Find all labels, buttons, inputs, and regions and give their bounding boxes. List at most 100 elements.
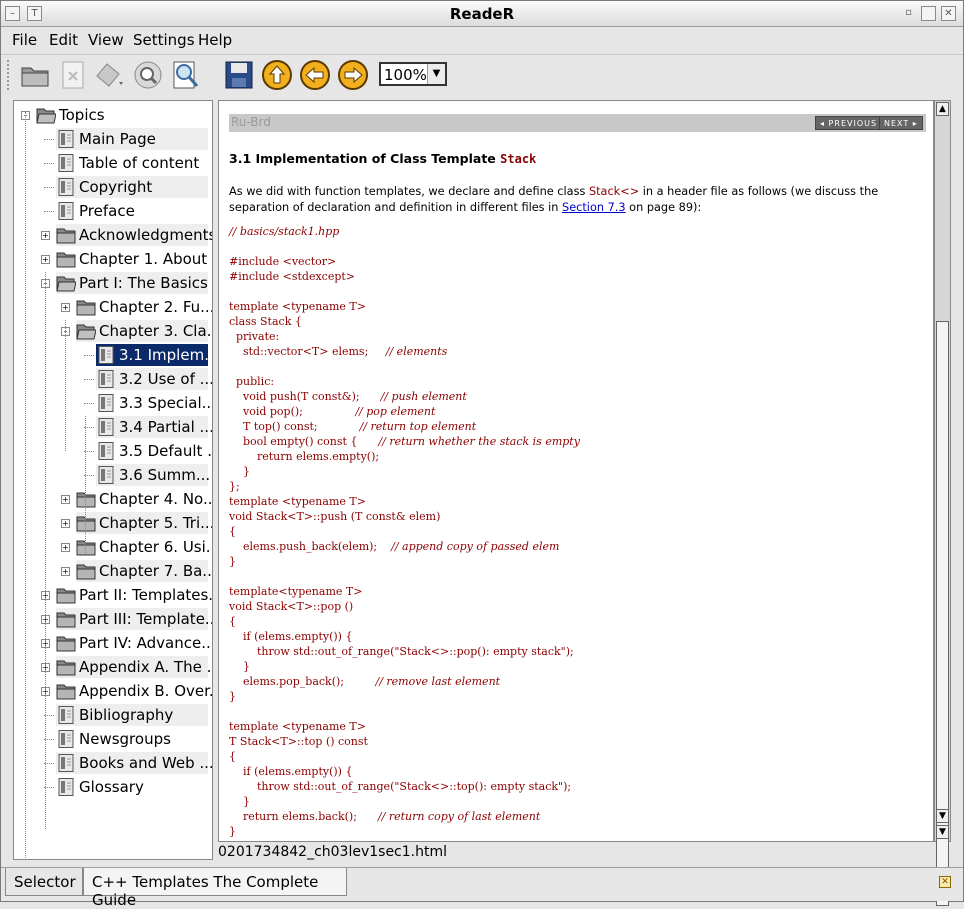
folder-icon bbox=[76, 322, 99, 340]
maximize-button[interactable] bbox=[921, 6, 936, 21]
title-bar: – T ReadeR ▫ ✕ bbox=[1, 1, 963, 27]
code-line: if (elems.empty()) { bbox=[229, 629, 580, 644]
expand-icon[interactable]: + bbox=[41, 255, 50, 264]
tree-item[interactable]: 3.3 Special... bbox=[96, 392, 212, 414]
code-line: { bbox=[229, 524, 580, 539]
zoom-select[interactable]: 100% ▼ bbox=[379, 62, 447, 86]
up-arrow-icon[interactable] bbox=[261, 59, 293, 91]
tree-item[interactable]: Books and Web ... bbox=[56, 752, 212, 774]
folder-icon bbox=[76, 562, 99, 580]
tree-item-label: Acknowledgments bbox=[79, 226, 213, 244]
tree-item[interactable]: Preface bbox=[56, 200, 208, 222]
tree-item[interactable]: Topics bbox=[36, 104, 208, 126]
forward-arrow-icon[interactable] bbox=[337, 59, 369, 91]
tree-item[interactable]: Appendix B. Over... bbox=[56, 680, 212, 702]
code-line: // basics/stack1.hpp bbox=[229, 224, 580, 239]
folder-icon bbox=[56, 634, 79, 652]
tree-item-label: Topics bbox=[59, 106, 105, 124]
code-text: T top() const; bbox=[229, 420, 360, 433]
tree-item[interactable]: Main Page bbox=[56, 128, 208, 150]
tree-item[interactable]: Chapter 4. No... bbox=[76, 488, 212, 510]
save-icon[interactable] bbox=[223, 59, 255, 91]
close-document-icon[interactable] bbox=[57, 59, 89, 91]
tree-item[interactable]: Copyright bbox=[56, 176, 208, 198]
folder-icon bbox=[76, 298, 99, 316]
tree-item[interactable]: Newsgroups bbox=[56, 728, 208, 750]
code-line: private: bbox=[229, 329, 580, 344]
code-text: #include <stdexcept> bbox=[229, 270, 356, 283]
tree-item[interactable]: Part I: The Basics bbox=[56, 272, 208, 294]
tree-item[interactable]: Chapter 2. Fu... bbox=[76, 296, 212, 318]
expand-icon[interactable]: + bbox=[61, 567, 70, 576]
folder-icon bbox=[56, 250, 79, 268]
tree-item-label: Chapter 4. No... bbox=[99, 490, 213, 508]
tree-item[interactable]: Chapter 5. Tri... bbox=[76, 512, 212, 534]
code-line: public: bbox=[229, 374, 580, 389]
tree-item[interactable]: Table of content bbox=[56, 152, 208, 174]
menu-file[interactable]: File bbox=[12, 31, 37, 49]
bookmark-icon[interactable] bbox=[93, 59, 125, 91]
code-text: return elems.back(); bbox=[229, 810, 378, 823]
window-title: ReadeR bbox=[449, 5, 515, 23]
vertical-scrollbar[interactable]: ▲ ▼ ▼ bbox=[934, 100, 951, 906]
previous-button[interactable]: ◂ PREVIOUS bbox=[815, 116, 883, 130]
tree-item-label: Chapter 6. Usi... bbox=[99, 538, 213, 556]
tree-item[interactable]: Bibliography bbox=[56, 704, 208, 726]
code-line: }; bbox=[229, 479, 580, 494]
tree-item[interactable]: Chapter 3. Cla... bbox=[76, 320, 212, 342]
menu-settings[interactable]: Settings bbox=[133, 31, 195, 49]
code-text: } bbox=[229, 555, 236, 568]
tree-item[interactable]: 3.6 Summ... bbox=[96, 464, 210, 486]
tree-item[interactable]: Appendix A. The ... bbox=[56, 656, 212, 678]
next-button[interactable]: NEXT ▸ bbox=[879, 116, 923, 130]
minimize-button[interactable]: ▫ bbox=[901, 6, 916, 21]
expand-icon[interactable]: + bbox=[61, 495, 70, 504]
search-icon[interactable] bbox=[132, 59, 164, 91]
document-icon bbox=[96, 418, 119, 436]
tree-connector bbox=[44, 187, 54, 188]
tree-item[interactable]: Part III: Template... bbox=[56, 608, 212, 630]
tree-item[interactable]: Chapter 6. Usi... bbox=[76, 536, 212, 558]
tree-item[interactable]: 3.2 Use of ... bbox=[96, 368, 212, 390]
tree-item[interactable]: 3.1 Implem... bbox=[96, 344, 212, 366]
expand-icon[interactable]: + bbox=[61, 543, 70, 552]
tree-item[interactable]: Glossary bbox=[56, 776, 208, 798]
menu-view[interactable]: View bbox=[88, 31, 124, 49]
code-line: void pop(); // pop element bbox=[229, 404, 580, 419]
section-heading: 3.1 Implementation of Class Template Sta… bbox=[229, 151, 536, 166]
section-link[interactable]: Section 7.3 bbox=[562, 201, 626, 214]
close-button[interactable]: ✕ bbox=[941, 6, 956, 21]
find-in-page-icon[interactable] bbox=[169, 59, 201, 91]
tree-item[interactable]: 3.5 Default ... bbox=[96, 440, 212, 462]
scroll-down-button[interactable]: ▼ bbox=[936, 825, 949, 839]
tree-item[interactable]: Acknowledgments bbox=[56, 224, 212, 246]
tree-connector bbox=[44, 139, 54, 140]
menu-help[interactable]: Help bbox=[198, 31, 232, 49]
topics-tree[interactable]: Topics – Main Page Table of content Copyrigh… bbox=[13, 100, 213, 860]
open-folder-icon[interactable] bbox=[19, 59, 51, 91]
scroll-up-button[interactable]: ▲ bbox=[936, 102, 949, 116]
expand-icon[interactable]: + bbox=[61, 303, 70, 312]
document-icon bbox=[96, 346, 119, 364]
toolbar-grip[interactable] bbox=[7, 60, 13, 90]
tree-item[interactable]: Part IV: Advance... bbox=[56, 632, 212, 654]
tree-item[interactable]: Part II: Templates... bbox=[56, 584, 212, 606]
tree-item-label: Glossary bbox=[79, 778, 144, 796]
code-line: } bbox=[229, 794, 580, 809]
chevron-down-icon[interactable]: ▼ bbox=[427, 64, 445, 84]
back-arrow-icon[interactable] bbox=[299, 59, 331, 91]
menu-edit[interactable]: Edit bbox=[49, 31, 78, 49]
expand-icon[interactable]: + bbox=[61, 519, 70, 528]
code-text: } bbox=[229, 660, 250, 673]
tree-item[interactable]: 3.4 Partial ... bbox=[96, 416, 212, 438]
expand-icon[interactable]: + bbox=[41, 231, 50, 240]
tree-item-label: Newsgroups bbox=[79, 730, 171, 748]
code-text: public: bbox=[229, 375, 275, 388]
scroll-down-small-button[interactable]: ▼ bbox=[936, 809, 949, 823]
tree-item[interactable]: Chapter 1. About ... bbox=[56, 248, 212, 270]
tab-book[interactable]: C++ Templates The Complete Guide bbox=[83, 868, 347, 909]
tree-item[interactable]: Chapter 7. Ba... bbox=[76, 560, 212, 582]
tab-selector[interactable]: Selector bbox=[5, 868, 83, 896]
close-tab-icon[interactable]: ✕ bbox=[939, 876, 951, 888]
